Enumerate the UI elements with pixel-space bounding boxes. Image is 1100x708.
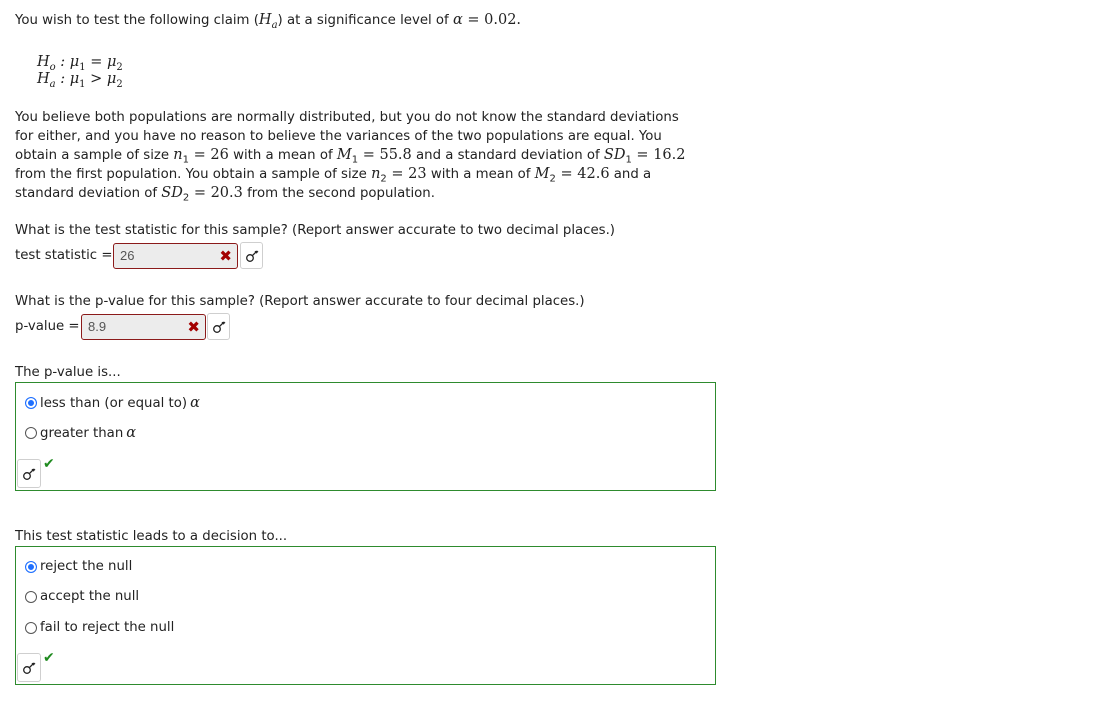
m1-value: = 55.8 [358,147,412,163]
key-icon [23,662,36,674]
p-value-value: 8.9 [88,319,107,334]
key-button[interactable] [17,653,41,682]
text: and a [609,167,652,182]
key-icon [245,250,258,262]
option-label: less than (or equal to) [40,395,188,411]
key-button[interactable] [17,459,41,488]
mu-symbol: : μ [55,71,80,87]
m2-label: M [534,166,550,182]
test-statistic-value: 26 [120,248,135,263]
sd2-value: = 20.3 [189,185,243,201]
equals-sign: = [462,12,485,28]
ha-letter: H [258,12,272,28]
m1-label: M [336,147,352,163]
test-statistic-label: test statistic = [15,248,113,263]
text: with a mean of [426,167,535,182]
n2-value: = 23 [386,166,427,182]
operator: = μ [85,54,117,70]
alpha-symbol: α [452,12,463,28]
key-button[interactable] [207,313,230,340]
paragraph-line-1: You believe both populations are normall… [15,110,679,125]
option-less-than-alpha[interactable]: less than (or equal to) α [25,395,200,411]
text: from the second population. [242,186,435,201]
text: from the first population. You obtain a … [15,167,372,182]
n1-label: n [173,147,183,163]
paragraph-line-2: for either, and you have no reason to be… [15,129,662,144]
key-icon [23,468,36,480]
test-statistic-input[interactable]: 26 ✖ [113,243,238,269]
intro-text-part: You wish to test the following claim ( [15,13,259,28]
intro-text-part: ) at a significance level of [277,13,453,28]
key-icon [212,321,225,333]
alpha-symbol: α [190,395,200,411]
p-value-input[interactable]: 8.9 ✖ [81,314,206,340]
h-letter: H [37,71,50,87]
q3-prompt: The p-value is... [15,365,121,380]
option-accept-null[interactable]: accept the null [25,589,139,604]
q1-prompt: What is the test statistic for this samp… [15,223,615,238]
option-fail-to-reject-null[interactable]: fail to reject the null [25,620,174,635]
radio-button[interactable] [25,590,37,603]
sd1-value: = 16.2 [631,147,686,163]
option-label: greater than [40,425,124,441]
ha-symbol: Ha [258,12,278,31]
sd2-label: SD [161,185,183,201]
intro-text: You wish to test the following claim (Ha… [15,12,521,31]
mu-subscript: 2 [116,78,123,90]
alpha-symbol: α [126,425,137,441]
radio-button[interactable] [25,427,37,439]
n1-value: = 26 [189,147,229,163]
correct-check-icon: ✔ [43,456,55,472]
correct-check-icon: ✔ [43,650,55,666]
option-label: reject the null [40,559,133,574]
incorrect-icon: ✖ [219,247,232,265]
q4-prompt: This test statistic leads to a decision … [15,529,288,544]
operator: > μ [85,71,117,87]
text: obtain a sample of size [15,148,174,163]
sd1-label: SD [603,147,626,163]
text: standard deviation of [15,186,162,201]
mu-symbol: : μ [55,54,80,70]
text: and a standard deviation of [411,148,604,163]
h-letter: H [37,54,50,70]
text: with a mean of [228,148,337,163]
alpha-value: 0.02. [484,12,522,28]
m2-value: = 42.6 [555,166,610,182]
option-label: accept the null [40,589,140,604]
p-value-label: p-value = [15,319,80,334]
option-label: fail to reject the null [40,620,175,635]
radio-button[interactable] [25,621,37,634]
radio-button-checked[interactable] [25,560,37,573]
alternative-hypothesis: Ha : μ1 > μ2 [37,70,123,94]
incorrect-icon: ✖ [187,318,200,336]
q2-prompt: What is the p-value for this sample? (Re… [15,294,585,309]
option-reject-null[interactable]: reject the null [25,559,132,574]
radio-button-checked[interactable] [25,397,37,409]
key-button[interactable] [240,242,263,269]
paragraph-line-5: standard deviation of SD2 = 20.3 from th… [15,184,435,208]
option-greater-than-alpha[interactable]: greater than α [25,425,136,441]
